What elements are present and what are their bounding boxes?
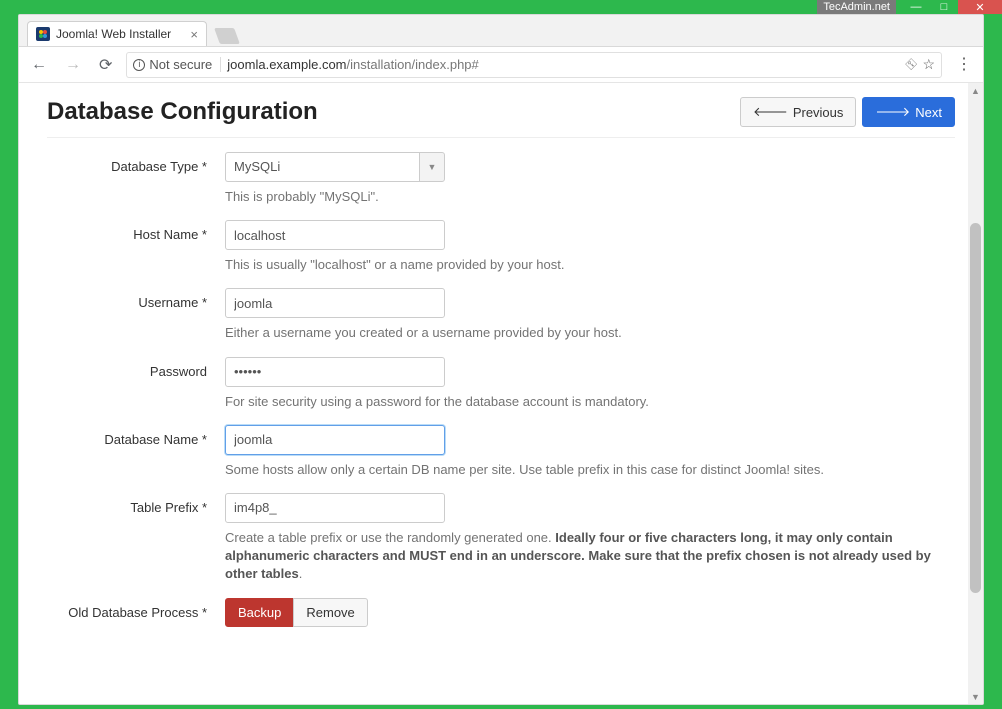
help-prefix: Create a table prefix or use the randoml… (225, 529, 955, 584)
vertical-scrollbar[interactable]: ▲ ▼ (968, 83, 983, 704)
window-maximize-button[interactable]: □ (930, 0, 958, 14)
db-type-select[interactable]: MySQLi ▼ (225, 152, 445, 182)
help-username: Either a username you created or a usern… (225, 324, 955, 342)
tab-close-icon[interactable]: × (190, 27, 198, 42)
backup-button[interactable]: Backup (225, 598, 294, 627)
next-button[interactable]: 🡒 Next (862, 97, 955, 127)
watermark-badge: TecAdmin.net (817, 0, 896, 14)
security-indicator[interactable]: i Not secure (133, 57, 221, 72)
help-db-name: Some hosts allow only a certain DB name … (225, 461, 955, 479)
tab-title: Joomla! Web Installer (56, 27, 171, 41)
new-tab-button[interactable] (214, 28, 240, 44)
bookmark-star-icon[interactable]: ☆ (922, 56, 935, 73)
chevron-down-icon: ▼ (419, 152, 445, 182)
row-password: Password For site security using a passw… (47, 357, 955, 411)
back-button[interactable]: ← (27, 54, 51, 76)
host-input[interactable] (225, 220, 445, 250)
row-username: Username * Either a username you created… (47, 288, 955, 342)
label-old-db: Old Database Process * (47, 598, 225, 620)
row-db-type: Database Type * MySQLi ▼ This is probabl… (47, 152, 955, 206)
row-host: Host Name * This is usually "localhost" … (47, 220, 955, 274)
arrow-left-icon: 🡐 (753, 104, 788, 120)
db-type-value: MySQLi (225, 152, 419, 182)
arrow-right-icon: 🡒 (875, 104, 910, 120)
label-username: Username * (47, 288, 225, 310)
viewport: Database Configuration 🡐 Previous 🡒 Next… (19, 83, 983, 704)
browser-tab[interactable]: Joomla! Web Installer × (27, 21, 207, 46)
window-close-button[interactable]: ✕ (958, 0, 1002, 14)
page-header: Database Configuration 🡐 Previous 🡒 Next (47, 97, 955, 138)
page-content: Database Configuration 🡐 Previous 🡒 Next… (19, 83, 983, 704)
browser-window: Joomla! Web Installer × ← → ⟳ i Not secu… (18, 14, 984, 705)
url-text: joomla.example.com/installation/index.ph… (227, 57, 901, 72)
joomla-favicon-icon (36, 27, 50, 41)
label-db-type: Database Type * (47, 152, 225, 174)
label-password: Password (47, 357, 225, 379)
key-icon[interactable]: ⚿ (903, 56, 920, 73)
reload-button[interactable]: ⟳ (95, 53, 116, 77)
scroll-thumb[interactable] (970, 223, 981, 593)
address-bar[interactable]: i Not secure joomla.example.com/installa… (126, 52, 942, 78)
row-prefix: Table Prefix * Create a table prefix or … (47, 493, 955, 584)
forward-button[interactable]: → (61, 54, 85, 76)
old-db-toggle: Backup Remove (225, 598, 955, 627)
help-db-type: This is probably "MySQLi". (225, 188, 955, 206)
row-old-db: Old Database Process * Backup Remove (47, 598, 955, 627)
password-input[interactable] (225, 357, 445, 387)
label-host: Host Name * (47, 220, 225, 242)
scroll-down-icon[interactable]: ▼ (968, 689, 983, 704)
label-db-name: Database Name * (47, 425, 225, 447)
info-icon: i (133, 59, 145, 71)
prefix-input[interactable] (225, 493, 445, 523)
username-input[interactable] (225, 288, 445, 318)
os-titlebar: TecAdmin.net — □ ✕ (0, 0, 1002, 14)
browser-toolbar: ← → ⟳ i Not secure joomla.example.com/in… (19, 47, 983, 83)
page-title: Database Configuration (47, 98, 318, 126)
help-password: For site security using a password for t… (225, 393, 955, 411)
db-name-input[interactable] (225, 425, 445, 455)
header-button-group: 🡐 Previous 🡒 Next (740, 97, 955, 127)
remove-button[interactable]: Remove (293, 598, 367, 627)
previous-button[interactable]: 🡐 Previous (740, 97, 856, 127)
insecure-label: Not secure (149, 57, 212, 72)
help-host: This is usually "localhost" or a name pr… (225, 256, 955, 274)
row-db-name: Database Name * Some hosts allow only a … (47, 425, 955, 479)
label-prefix: Table Prefix * (47, 493, 225, 515)
window-minimize-button[interactable]: — (902, 0, 930, 14)
scroll-up-icon[interactable]: ▲ (968, 83, 983, 98)
tab-strip: Joomla! Web Installer × (19, 15, 983, 47)
